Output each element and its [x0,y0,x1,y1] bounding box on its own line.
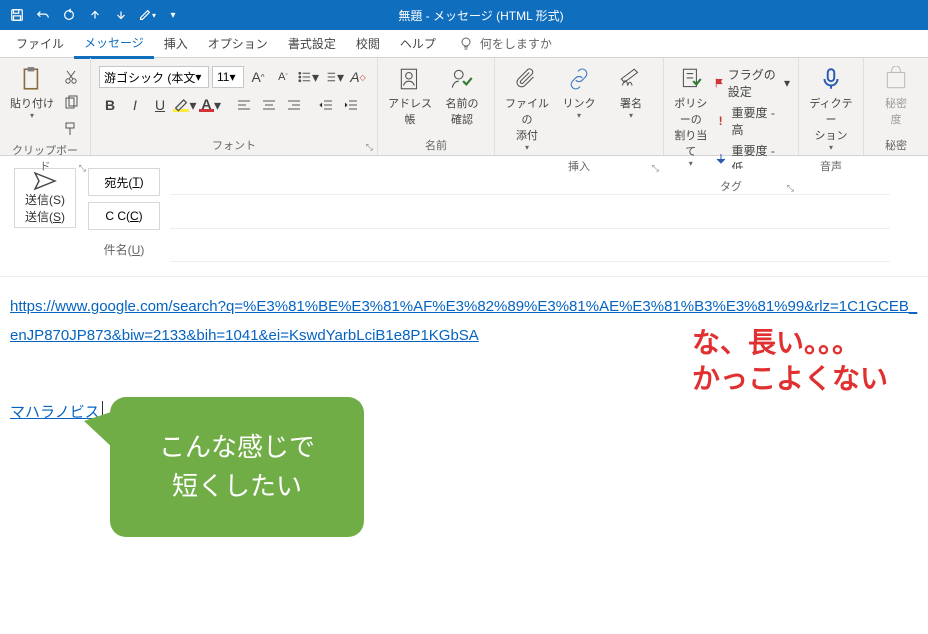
lightbulb-icon [458,36,474,52]
numbering-icon[interactable]: ▾ [322,66,344,88]
follow-up-button[interactable]: フラグの設定 ▾ [714,66,790,100]
copy-icon[interactable] [60,92,82,114]
link-button[interactable]: リンク▾ [555,62,603,124]
cut-icon[interactable] [60,66,82,88]
paperclip-icon [514,66,540,92]
down-arrow-icon [714,152,728,166]
ribbon-tabs: ファイル メッセージ 挿入 オプション 書式設定 校閲 ヘルプ 何をしますか [0,30,928,58]
save-icon[interactable] [6,4,28,26]
address-book-button[interactable]: アドレス帳 [386,62,434,131]
window-title: 無題 - メッセージ (HTML 形式) [184,7,778,24]
check-names-button[interactable]: 名前の 確認 [438,62,486,131]
tell-me-label: 何をしますか [480,35,552,52]
tab-help[interactable]: ヘルプ [390,30,446,57]
grow-font-icon[interactable]: A^ [247,66,269,88]
message-body[interactable]: https://www.google.com/search?q=%E3%81%B… [0,276,928,443]
signature-icon [618,66,644,92]
sensitivity-button[interactable]: 秘密 度 [872,62,920,131]
tab-insert[interactable]: 挿入 [154,30,198,57]
send-icon [33,171,57,191]
group-font: 游ゴシック (本文▾ 11▾ A^ Aˇ ▾ ▾ A◇ B I U ▾ A▾ [91,58,378,155]
highlight-button[interactable]: ▾ [174,94,196,116]
to-button[interactable]: 宛先(T) [88,168,160,196]
link-icon [566,66,592,92]
high-importance-button[interactable]: !重要度 - 高 [714,104,790,138]
group-include: ファイルの 添付▾ リンク▾ 署名▾ 挿入⤡ [495,58,664,155]
dialog-launcher-icon[interactable]: ⤡ [787,183,794,194]
align-right-icon[interactable] [283,94,305,116]
tab-format[interactable]: 書式設定 [278,30,346,57]
indent-decrease-icon[interactable] [315,94,337,116]
exclaim-icon: ! [714,114,728,128]
cc-field[interactable] [170,203,890,229]
quick-access-toolbar: ▾ ▾ [0,4,184,26]
dialog-launcher-icon[interactable]: ⤡ [652,163,659,174]
tab-message[interactable]: メッセージ [74,29,154,59]
group-tags: ポリシーの 割り当て▾ フラグの設定 ▾ !重要度 - 高 重要度 - 低 タグ… [664,58,799,155]
sensitivity-icon [883,66,909,92]
check-names-icon [449,66,475,92]
annotation-red: な、長い。。。 かっこよくない [692,325,888,398]
paste-button[interactable]: 貼り付け ▾ [8,62,56,124]
attach-file-button[interactable]: ファイルの 添付▾ [503,62,551,156]
group-clipboard: 貼り付け ▾ クリップボード⤡ [0,58,91,155]
edit-icon[interactable]: ▾ [136,4,158,26]
italic-button[interactable]: I [124,94,146,116]
dictate-button[interactable]: ディクテー ション▾ [807,62,855,156]
cc-button[interactable]: C C(C) [88,202,160,230]
tab-review[interactable]: 校閲 [346,30,390,57]
dialog-launcher-icon[interactable]: ⤡ [79,163,86,174]
assign-policy-button[interactable]: ポリシーの 割り当て▾ [672,62,710,172]
tell-me[interactable]: 何をしますか [458,35,552,52]
titlebar: ▾ ▾ 無題 - メッセージ (HTML 形式) [0,0,928,30]
down-icon[interactable] [110,4,132,26]
bold-button[interactable]: B [99,94,121,116]
mic-icon [818,66,844,92]
align-left-icon[interactable] [233,94,255,116]
font-color-button[interactable]: A▾ [199,94,221,116]
ribbon: 貼り付け ▾ クリップボード⤡ 游ゴシック (本文▾ 11▾ A^ Aˇ ▾ ▾… [0,58,928,156]
group-secrecy: 秘密 度 秘密 [864,58,928,155]
font-size-selector[interactable]: 11▾ [212,66,244,88]
send-button[interactable]: 送信(S) 送信(S) [14,168,76,228]
compose-header: 送信(S) 送信(S) 宛先(T) C C(C) 件名(U) [0,156,928,268]
undo-icon[interactable] [32,4,54,26]
tab-options[interactable]: オプション [198,30,278,57]
up-icon[interactable] [84,4,106,26]
policy-icon [678,66,704,92]
align-center-icon[interactable] [258,94,280,116]
signature-button[interactable]: 署名▾ [607,62,655,124]
subject-field[interactable] [170,236,890,262]
dialog-launcher-icon[interactable]: ⤡ [366,142,373,153]
group-voice: ディクテー ション▾ 音声 [799,58,864,155]
indent-increase-icon[interactable] [340,94,362,116]
bullets-icon[interactable]: ▾ [297,66,319,88]
paste-icon [19,66,45,92]
format-painter-icon[interactable] [60,118,82,140]
callout-green: こんな感じで 短くしたい [110,397,364,537]
subject-label: 件名(U) [88,241,160,258]
shrink-font-icon[interactable]: Aˇ [272,66,294,88]
flag-icon [714,76,724,90]
clear-format-icon[interactable]: A◇ [347,66,369,88]
redo-icon[interactable] [58,4,80,26]
group-names: アドレス帳 名前の 確認 名前 [378,58,495,155]
font-name-selector[interactable]: 游ゴシック (本文▾ [99,66,209,88]
address-book-icon [397,66,423,92]
qat-customize-icon[interactable]: ▾ [162,4,184,26]
tab-file[interactable]: ファイル [6,30,74,57]
underline-button[interactable]: U [149,94,171,116]
